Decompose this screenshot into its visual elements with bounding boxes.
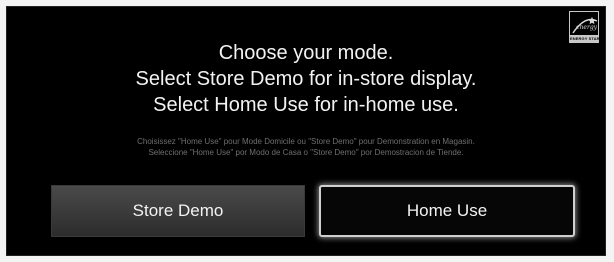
mode-prompt: Choose your mode. Select Store Demo for … [7,40,605,118]
prompt-line-3: Select Home Use for in-home use. [153,94,459,116]
store-demo-label: Store Demo [132,201,224,220]
energy-star-icon: energy [572,17,598,34]
energy-star-logo: energy ENERGY STAR [569,11,600,43]
mode-selection-screen: energy ENERGY STAR Choose your mode. Sel… [6,6,606,256]
home-use-button[interactable]: Home Use [319,185,575,237]
prompt-line-1: Choose your mode. [218,42,394,64]
svg-text:energy: energy [576,24,598,31]
translated-instructions: Choisissez "Home Use" pour Mode Domicile… [7,136,605,158]
french-instruction: Choisissez "Home Use" pour Mode Domicile… [137,137,475,146]
home-use-label: Home Use [406,201,488,220]
spanish-instruction: Seleccione "Home Use" por Modo de Casa o… [148,148,464,157]
prompt-line-2: Select Store Demo for in-store display. [135,68,477,90]
store-demo-button[interactable]: Store Demo [51,185,305,237]
